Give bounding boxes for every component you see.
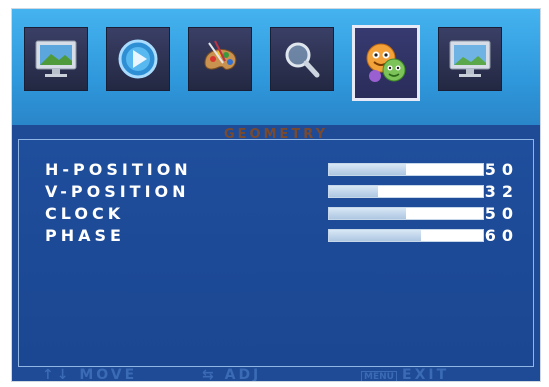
tab-picture[interactable] [24,27,88,91]
paint-palette-icon [204,40,237,70]
level-fill [329,230,422,241]
level-fill [329,164,406,175]
tab-setup[interactable] [438,27,502,91]
play-disc-icon [118,39,158,79]
setting-label: CLOCK [45,204,125,223]
level-bar[interactable] [328,207,484,220]
setting-value: 50 [484,160,519,179]
menu-key-tag: MENU [361,371,397,381]
menu-tab-bar [12,9,540,125]
setting-value: 50 [484,204,519,223]
level-fill [329,208,406,219]
setting-row-phase[interactable]: PHASE 60 [45,226,521,246]
smiley-faces-icon [366,43,406,82]
move-hint: ↑↓ MOVE [42,367,138,382]
setting-value: 60 [484,226,519,245]
monitor-picture-icon [35,40,77,77]
level-bar[interactable] [328,229,484,242]
menu-icon-row [24,25,502,101]
setting-row-v-position[interactable]: V-POSITION 32 [45,182,521,202]
tab-geometry[interactable] [352,25,420,101]
tab-zoom[interactable] [270,27,334,91]
geometry-panel: GEOMETRY H-POSITION 50 V-POSITION 32 CLO… [12,125,540,381]
exit-hint: EXIT [402,367,450,382]
osd-frame: GEOMETRY H-POSITION 50 V-POSITION 32 CLO… [11,8,541,382]
magnifier-icon [285,42,320,78]
setting-value: 32 [484,182,519,201]
monitor-screen-icon [449,40,491,77]
setting-row-h-position[interactable]: H-POSITION 50 [45,160,521,180]
adjust-hint: ⇆ ADJ [202,367,262,382]
setting-label: PHASE [45,226,125,245]
setting-row-clock[interactable]: CLOCK 50 [45,204,521,224]
level-fill [329,186,379,197]
level-bar[interactable] [328,163,484,176]
setting-label: V-POSITION [45,182,190,201]
tab-color[interactable] [188,27,252,91]
tab-video[interactable] [106,27,170,91]
level-bar[interactable] [328,185,484,198]
setting-label: H-POSITION [45,160,192,179]
settings-area: H-POSITION 50 V-POSITION 32 CLOCK 50 PHA… [18,139,534,367]
key-hint-bar: ↑↓ MOVE ⇆ ADJ MENU EXIT [12,367,540,381]
